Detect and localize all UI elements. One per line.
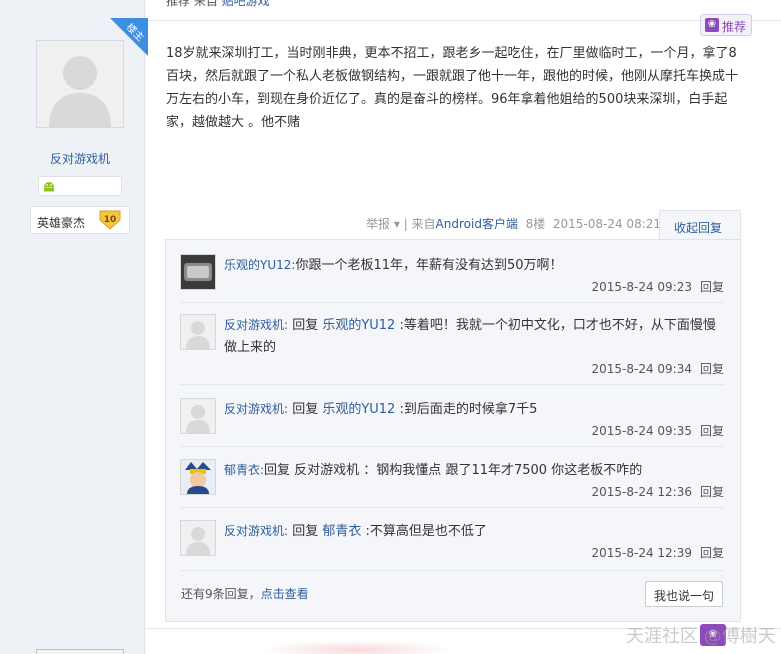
previous-post-footer: 推荐 来自 贴吧游戏 [166,0,270,9]
reply-avatar[interactable] [180,520,216,556]
reply-time: 2015-8-24 09:23 回复 [591,280,724,294]
reply-text: 你跟一个老板11年，年薪有没有达到50万啊！ [295,258,563,273]
reply-mention[interactable]: 乐观的YU12 [322,318,395,333]
say-something-button[interactable]: 我也说一句 [645,581,723,607]
report-link[interactable]: 举报 ▾ [366,217,400,231]
reply-username[interactable]: 反对游戏机: [224,402,288,416]
watermark-stamp [256,640,456,654]
reply-text: :到后面走的时候拿7千5 [395,402,538,417]
paw-icon: ❀ [705,18,719,32]
reply-avatar[interactable] [180,314,216,350]
page: 推荐 来自 贴吧游戏 楼主 反对游戏机 英雄豪杰 10 ❀ 推荐 18岁就来深圳… [0,0,781,654]
author-title-label: 英雄豪杰 [37,216,86,230]
author-username[interactable]: 反对游戏机 [0,150,160,167]
post-meta: 举报 ▾ | 来自Android客户端 8楼 2015-08-24 08:21 [366,215,661,232]
reply-item: 反对游戏机: 回复 乐观的YU12 :等着吧！我就一个初中文化，口才也不好，从下… [180,314,728,378]
reply-time: 2015-8-24 09:35 回复 [591,424,724,438]
reply-mention[interactable]: 郁青衣 [322,524,361,539]
recommend-label: 推荐 [722,20,747,34]
previous-footer-link[interactable]: 贴吧游戏 [222,0,270,8]
post-datetime: 2015-08-24 08:21 [552,217,662,231]
reply-username[interactable]: 乐观的YU12: [224,258,295,272]
previous-footer-text: 推荐 来自 [166,0,218,8]
level-shield-icon: 10 [99,210,121,230]
reply-username[interactable]: 反对游戏机: [224,318,288,332]
reply-time: 2015-8-24 12:36 回复 [591,485,724,499]
reply-button[interactable]: 回复 [700,280,724,294]
reply-divider [180,507,724,508]
reply-text: 回复 反对游戏机 ：钢构我懂点 跟了11年才7500 你这老板不咋的 [264,463,643,478]
source-link[interactable]: Android客户端 [436,217,518,231]
photo-avatar-icon [181,255,215,289]
default-avatar-icon [181,399,215,433]
recommend-button[interactable]: ❀ 推荐 [700,14,752,36]
say-something-label: 我也说一句 [654,589,715,603]
reply-avatar[interactable] [180,254,216,290]
reply-username[interactable]: 反对游戏机: [224,524,288,538]
reply-item: 反对游戏机: 回复 乐观的YU12 :到后面走的时候拿7千5 2015-8-24… [180,398,728,442]
reply-time: 2015-8-24 12:39 回复 [591,546,724,560]
reply-time: 2015-8-24 09:34 回复 [591,362,724,376]
author-level-number: 10 [104,215,117,225]
author-title-badge: 英雄豪杰 10 [30,206,130,234]
reply-button[interactable]: 回复 [700,546,724,560]
reply-username[interactable]: 郁青衣: [224,463,264,477]
reply-mention[interactable]: 乐观的YU12 [322,402,395,417]
reply-button[interactable]: 回复 [700,362,724,376]
reply-text: :不算高但是也不低了 [361,524,487,539]
more-replies: 还有9条回复，点击查看 [181,587,309,601]
default-avatar-icon [37,41,123,127]
collapse-replies-tab[interactable]: 收起回复 [659,210,741,240]
cartoon-avatar-icon [181,460,215,494]
author-level-bar [38,176,122,196]
android-icon [44,182,54,192]
reply-button[interactable]: 回复 [700,485,724,499]
reply-divider [180,570,724,571]
source-prefix: | 来自 [403,217,436,231]
reply-divider [180,384,724,385]
default-avatar-icon [181,315,215,349]
post-body: 18岁就来深圳打工，当时刚非典，更本不招工，跟老乡一起吃住，在厂里做临时工，一个… [166,46,739,130]
reply-avatar[interactable] [180,398,216,434]
reply-divider [180,302,724,303]
author-avatar[interactable] [36,40,124,128]
watermark-text: 天涯社区 @傅樹天 [626,626,776,647]
default-avatar-icon [181,521,215,555]
post-divider [146,20,781,21]
reply-item: 郁青衣:回复 反对游戏机 ：钢构我懂点 跟了11年才7500 你这老板不咋的 2… [180,459,728,503]
reply-avatar[interactable] [180,459,216,495]
reply-button[interactable]: 回复 [700,424,724,438]
reply-item: 乐观的YU12:你跟一个老板11年，年薪有没有达到50万啊！ 2015-8-24… [180,254,728,298]
next-author-avatar[interactable] [36,649,124,654]
reply-item: 反对游戏机: 回复 郁青衣 :不算高但是也不低了 2015-8-24 12:39… [180,520,728,564]
view-more-link[interactable]: 点击查看 [261,587,309,601]
floor-number: 8楼 [525,217,546,231]
reply-divider [180,446,724,447]
collapse-replies-label: 收起回复 [674,221,723,235]
